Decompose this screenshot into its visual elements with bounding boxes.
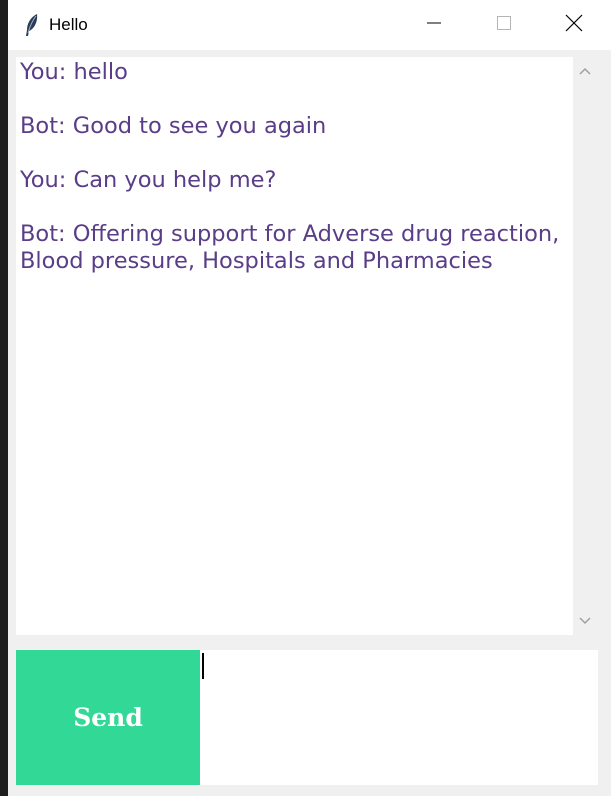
maximize-icon [496,15,512,36]
close-icon [565,14,583,37]
chat-messages: You: hello Bot: Good to see you again Yo… [20,59,560,274]
text-caret [202,653,204,679]
feather-icon [22,12,42,38]
background-strip [0,0,8,796]
chevron-down-icon [579,612,591,630]
send-button[interactable]: Send [16,650,200,785]
close-button[interactable] [539,0,609,50]
window-title: Hello [49,15,88,34]
maximize-button[interactable] [469,0,539,50]
minimize-button[interactable] [399,0,469,50]
scroll-down-button[interactable] [573,607,597,635]
message-input[interactable] [200,650,598,785]
minimize-icon [426,15,442,36]
chevron-up-icon [579,62,591,80]
app-window: Hello You: hello Bot: Good to see you ag… [8,0,611,796]
chat-log[interactable]: You: hello Bot: Good to see you again Yo… [16,57,573,635]
scroll-up-button[interactable] [573,57,597,85]
title-bar[interactable]: Hello [8,0,611,50]
chat-scrollbar[interactable] [573,57,597,635]
